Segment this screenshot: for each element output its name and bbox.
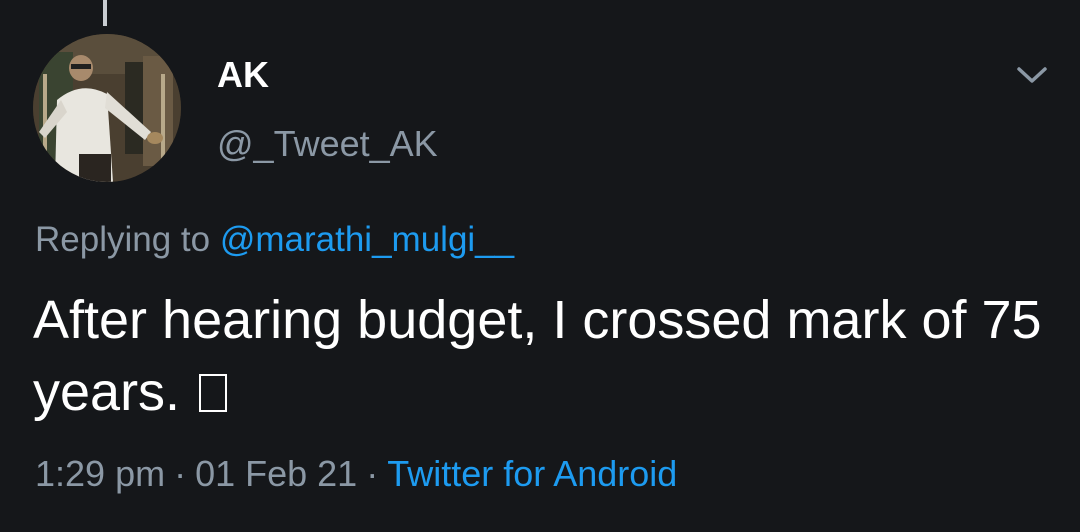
tweet-metadata: 1:29 pm · 01 Feb 21 · Twitter for Android [35, 452, 677, 496]
reply-mention-link[interactable]: @marathi_mulgi__ [220, 220, 514, 259]
separator-dot: · [366, 453, 379, 494]
missing-emoji-icon [199, 374, 228, 412]
tweet-text: After hearing budget, I crossed mark of … [33, 290, 1057, 422]
tweet-options-button[interactable] [1012, 58, 1052, 92]
author-display-name[interactable]: AK [217, 54, 269, 96]
separator-dot: · [174, 453, 187, 494]
author-handle[interactable]: @_Tweet_AK [217, 122, 438, 166]
tweet-date[interactable]: 01 Feb 21 [195, 453, 357, 494]
replying-to-line: Replying to @marathi_mulgi__ [35, 218, 514, 262]
chevron-down-icon [1017, 67, 1047, 83]
replying-to-label: Replying to [35, 220, 211, 259]
avatar-photo-icon [33, 34, 181, 182]
tweet-source-link[interactable]: Twitter for Android [387, 453, 677, 494]
thread-connector-line [103, 0, 107, 26]
tweet-time[interactable]: 1:29 pm [35, 453, 165, 494]
tweet-body: After hearing budget, I crossed mark of … [33, 284, 1043, 428]
avatar[interactable] [33, 34, 181, 182]
